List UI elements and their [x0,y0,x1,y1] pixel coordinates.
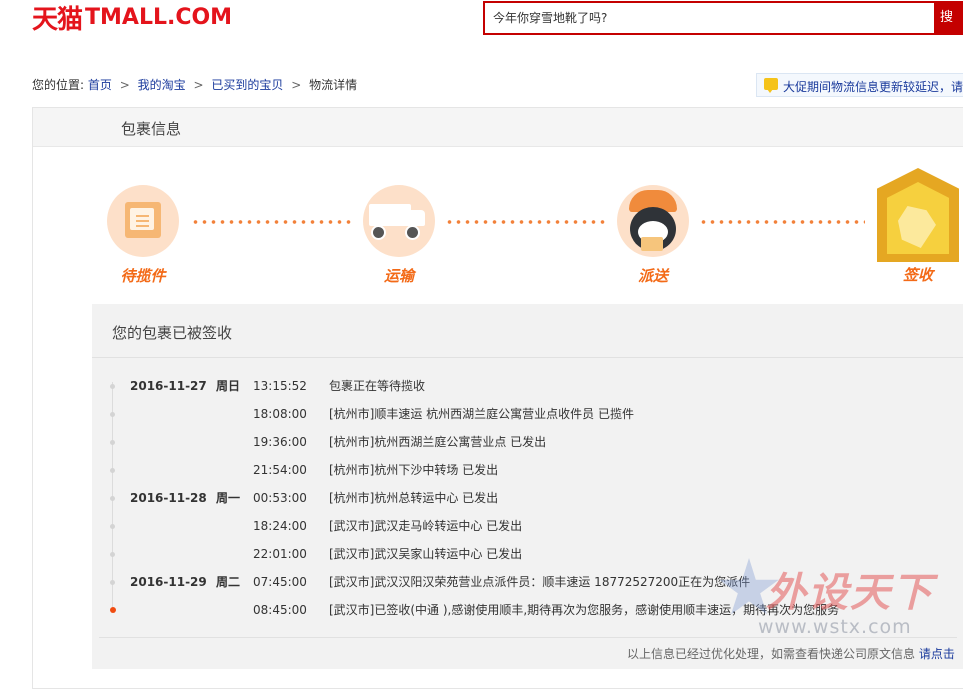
timeline-time: 00:53:00 [253,491,307,505]
status-title: 您的包裹已被签收 [112,324,233,342]
timeline-row: 2016-11-27 周日 13:15:52 包裹正在等待揽收 [110,372,963,400]
step-label: 派送 [637,267,668,285]
timeline-description: [杭州市]杭州西湖兰庭公寓营业点 已发出 [329,435,547,449]
breadcrumb-separator: > [291,78,302,92]
breadcrumb-current: 物流详情 [309,78,358,92]
timeline-date: 2016-11-27 [130,379,207,393]
speech-bubble-icon [764,78,778,93]
progress-dots [445,220,607,224]
delay-notice[interactable]: 大促期间物流信息更新较延迟，请 [756,73,963,97]
divider [99,637,957,638]
step-label: 待揽件 [120,267,166,285]
panel-header: 包裹信息 [33,108,963,147]
breadcrumb-my-taobao-link[interactable]: 我的淘宝 [138,78,186,92]
logo-cn-text: 天猫 [32,4,83,35]
search-button[interactable]: 搜 [934,1,963,35]
timeline-weekday: 周二 [216,575,241,589]
step-pending-pickup: 待揽件 [107,185,179,286]
tmall-logo[interactable]: 天猫 TMALL.COM [32,2,233,35]
timeline-description: [杭州市]杭州总转运中心 已发出 [329,491,499,505]
breadcrumb-home-link[interactable]: 首页 [88,78,112,92]
timeline-row: 22:01:00 [武汉市]武汉吴家山转运中心 已发出 [110,540,963,568]
timeline-weekday: 周一 [216,491,241,505]
progress-dots [699,220,865,224]
timeline-description: [杭州市]顺丰速运 杭州西湖兰庭公寓营业点收件员 已揽件 [329,407,634,421]
timeline-description: [武汉市]武汉走马岭转运中心 已发出 [329,519,523,533]
timeline-row: 18:24:00 [武汉市]武汉走马岭转运中心 已发出 [110,512,963,540]
timeline-current-dot [109,607,116,613]
timeline-date: 2016-11-28 [130,491,207,505]
footnote: 以上信息已经过优化处理，如需查看快递公司原文信息 请点击 [627,645,955,662]
step-signed: 签收 [877,168,959,284]
timeline-description: [杭州市]杭州下沙中转场 已发出 [329,463,499,477]
breadcrumb-separator: > [193,78,204,92]
timeline-description: [武汉市]武汉汉阳汉荣苑营业点派件员：顺丰速运 18772527200正在为您派… [329,575,751,589]
footnote-text: 以上信息已经过优化处理，如需查看快递公司原文信息 [627,647,919,661]
breadcrumb-bought-link[interactable]: 已买到的宝贝 [211,78,283,92]
breadcrumb: 您的位置: 首页 > 我的淘宝 > 已买到的宝贝 > 物流详情 [32,76,357,93]
timeline-description: [武汉市]已签收(中通 ),感谢使用顺丰,期待再次为您服务，感谢使用顺丰速运，期… [329,603,840,617]
timeline-description: 包裹正在等待揽收 [329,379,426,393]
timeline-dot [110,384,115,389]
breadcrumb-separator: > [119,78,130,92]
divider [92,357,963,358]
timeline-weekday: 周日 [216,379,241,393]
search-box [483,1,936,35]
timeline-dot [110,496,115,501]
notice-text: 大促期间物流信息更新较延迟，请 [783,80,963,94]
timeline-row: 2016-11-29 周二 07:45:00 [武汉市]武汉汉阳汉荣苑营业点派件… [110,568,963,596]
timeline-dot [110,552,115,557]
timeline-time: 21:54:00 [253,463,307,477]
step-delivery: 派送 [617,185,689,286]
timeline-dot [110,524,115,529]
timeline-description: [武汉市]武汉吴家山转运中心 已发出 [329,547,523,561]
timeline-time: 18:24:00 [253,519,307,533]
timeline-time: 13:15:52 [253,379,307,393]
courier-icon [617,185,689,257]
timeline-dot [110,412,115,417]
timeline-time: 18:08:00 [253,407,307,421]
step-transit: 运输 [363,185,435,286]
timeline-row: 2016-11-28 周一 00:53:00 [杭州市]杭州总转运中心 已发出 [110,484,963,512]
search-bar: 搜 [483,1,963,35]
search-input[interactable] [493,3,923,33]
timeline-dot [110,580,115,585]
signed-badge-icon [877,168,959,262]
package-info-panel: 包裹信息 待揽件 运输 派送 签收 您的包裹已被签收 2016-11-27 周日… [32,107,963,689]
timeline-time: 07:45:00 [253,575,307,589]
package-icon [107,185,179,257]
tracking-timeline: 2016-11-27 周日 13:15:52 包裹正在等待揽收 18:08:00… [109,372,963,624]
breadcrumb-prefix: 您的位置: [32,78,85,92]
timeline-row: 21:54:00 [杭州市]杭州下沙中转场 已发出 [110,456,963,484]
timeline-date: 2016-11-29 [130,575,207,589]
progress-dots [191,220,353,224]
truck-icon [363,185,435,257]
panel-title: 包裹信息 [121,120,182,138]
timeline-time: 22:01:00 [253,547,307,561]
timeline-row: 18:08:00 [杭州市]顺丰速运 杭州西湖兰庭公寓营业点收件员 已揽件 [110,400,963,428]
timeline-row: 19:36:00 [杭州市]杭州西湖兰庭公寓营业点 已发出 [110,428,963,456]
timeline-dot [110,468,115,473]
view-original-link[interactable]: 请点击 [919,647,955,661]
step-label: 签收 [902,266,933,284]
timeline-time: 08:45:00 [253,603,307,617]
tracking-status-box: 您的包裹已被签收 2016-11-27 周日 13:15:52 包裹正在等待揽收… [92,304,963,669]
step-label: 运输 [383,267,414,285]
timeline-row-current: 08:45:00 [武汉市]已签收(中通 ),感谢使用顺丰,期待再次为您服务，感… [109,596,963,624]
logo-en-text: TMALL.COM [85,4,233,30]
timeline-dot [110,440,115,445]
timeline-time: 19:36:00 [253,435,307,449]
